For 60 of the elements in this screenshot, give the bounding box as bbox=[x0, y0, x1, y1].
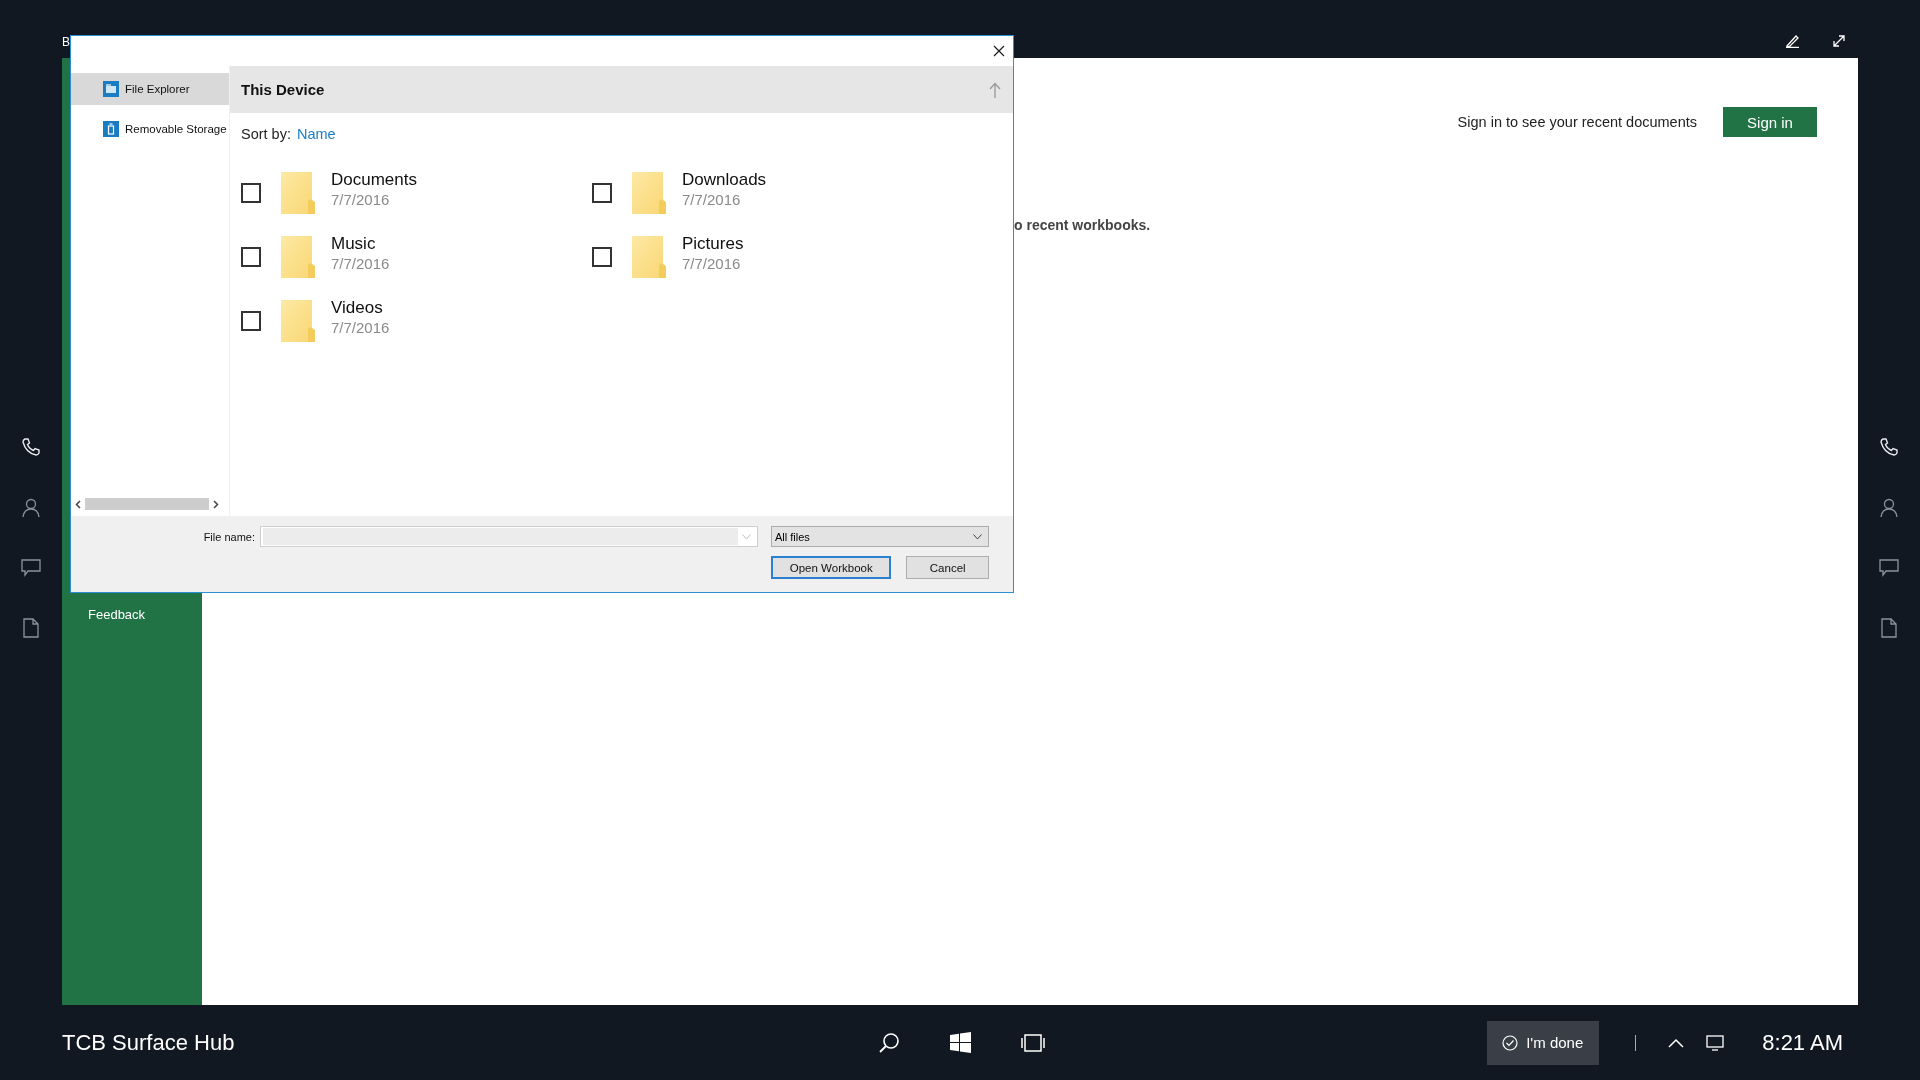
checkbox[interactable] bbox=[241, 311, 261, 331]
done-button[interactable]: I'm done bbox=[1487, 1020, 1600, 1065]
clock: 8:21 AM bbox=[1762, 1029, 1843, 1056]
folder-name[interactable]: Music bbox=[331, 234, 390, 254]
chat-icon[interactable] bbox=[21, 559, 41, 577]
nav-item[interactable]: File Explorer bbox=[71, 73, 229, 105]
expand-icon[interactable] bbox=[1832, 34, 1846, 48]
folder-icon bbox=[632, 236, 666, 278]
folder-date: 7/7/2016 bbox=[682, 255, 742, 272]
folder-name[interactable]: Pictures bbox=[682, 234, 744, 254]
person-icon[interactable] bbox=[1880, 498, 1898, 518]
phone-icon[interactable] bbox=[21, 437, 41, 457]
sort-option[interactable]: Name bbox=[296, 126, 336, 142]
folder-name[interactable]: Downloads bbox=[682, 170, 767, 190]
folder-name[interactable]: Videos bbox=[331, 298, 390, 318]
folder-date: 7/7/2016 bbox=[331, 191, 391, 208]
checkbox[interactable] bbox=[592, 183, 612, 203]
sign-in-prompt: Sign in to see your recent documents bbox=[1457, 114, 1697, 130]
chevron-down-icon[interactable] bbox=[973, 533, 982, 540]
windows-icon[interactable] bbox=[950, 1032, 971, 1053]
close-icon[interactable] bbox=[993, 45, 1005, 57]
screen-icon[interactable] bbox=[1706, 1034, 1725, 1051]
file-type-dropdown[interactable]: All files bbox=[771, 526, 989, 547]
phone-icon[interactable] bbox=[1879, 437, 1899, 457]
checkbox[interactable] bbox=[241, 247, 261, 267]
document-icon[interactable] bbox=[23, 618, 39, 638]
pen-icon[interactable] bbox=[1786, 34, 1800, 48]
folder-icon bbox=[281, 172, 315, 214]
feedback-link[interactable]: Feedback bbox=[88, 607, 146, 622]
folder-icon bbox=[281, 300, 315, 342]
scroll-left-icon[interactable] bbox=[75, 499, 81, 509]
folder-date: 7/7/2016 bbox=[331, 319, 390, 336]
person-icon[interactable] bbox=[22, 498, 40, 518]
chevron-up-icon[interactable] bbox=[1668, 1037, 1685, 1048]
file-name-field[interactable] bbox=[260, 526, 758, 547]
folder-date: 7/7/2016 bbox=[682, 191, 742, 208]
empty-message: o recent workbooks. bbox=[1014, 217, 1151, 233]
checkbox[interactable] bbox=[592, 247, 612, 267]
sort-label: Sort by: bbox=[241, 126, 291, 142]
chat-icon[interactable] bbox=[1879, 559, 1899, 577]
location-title: This Device bbox=[241, 81, 325, 98]
dialog-button[interactable]: Cancel bbox=[906, 556, 989, 579]
check-circle-icon bbox=[1502, 1034, 1519, 1051]
checkbox[interactable] bbox=[241, 183, 261, 203]
folder-window-icon bbox=[103, 81, 119, 97]
device-name: TCB Surface Hub bbox=[62, 1029, 235, 1055]
file-name-label: File name: bbox=[203, 530, 255, 543]
folder-name[interactable]: Documents bbox=[331, 170, 417, 190]
folder-icon bbox=[281, 236, 315, 278]
folder-icon bbox=[632, 172, 666, 214]
document-icon[interactable] bbox=[1881, 618, 1897, 638]
folder-date: 7/7/2016 bbox=[331, 255, 390, 272]
scroll-right-icon[interactable] bbox=[213, 499, 219, 509]
nav-item[interactable]: Removable Storage bbox=[71, 113, 229, 145]
usb-drive-icon bbox=[103, 121, 119, 137]
search-icon[interactable] bbox=[878, 1031, 900, 1054]
dialog-button[interactable]: Open Workbook bbox=[771, 556, 892, 579]
task-view-icon[interactable] bbox=[1021, 1033, 1045, 1052]
app-title: B bbox=[62, 35, 70, 49]
sign-in-button[interactable]: Sign in bbox=[1723, 107, 1817, 137]
